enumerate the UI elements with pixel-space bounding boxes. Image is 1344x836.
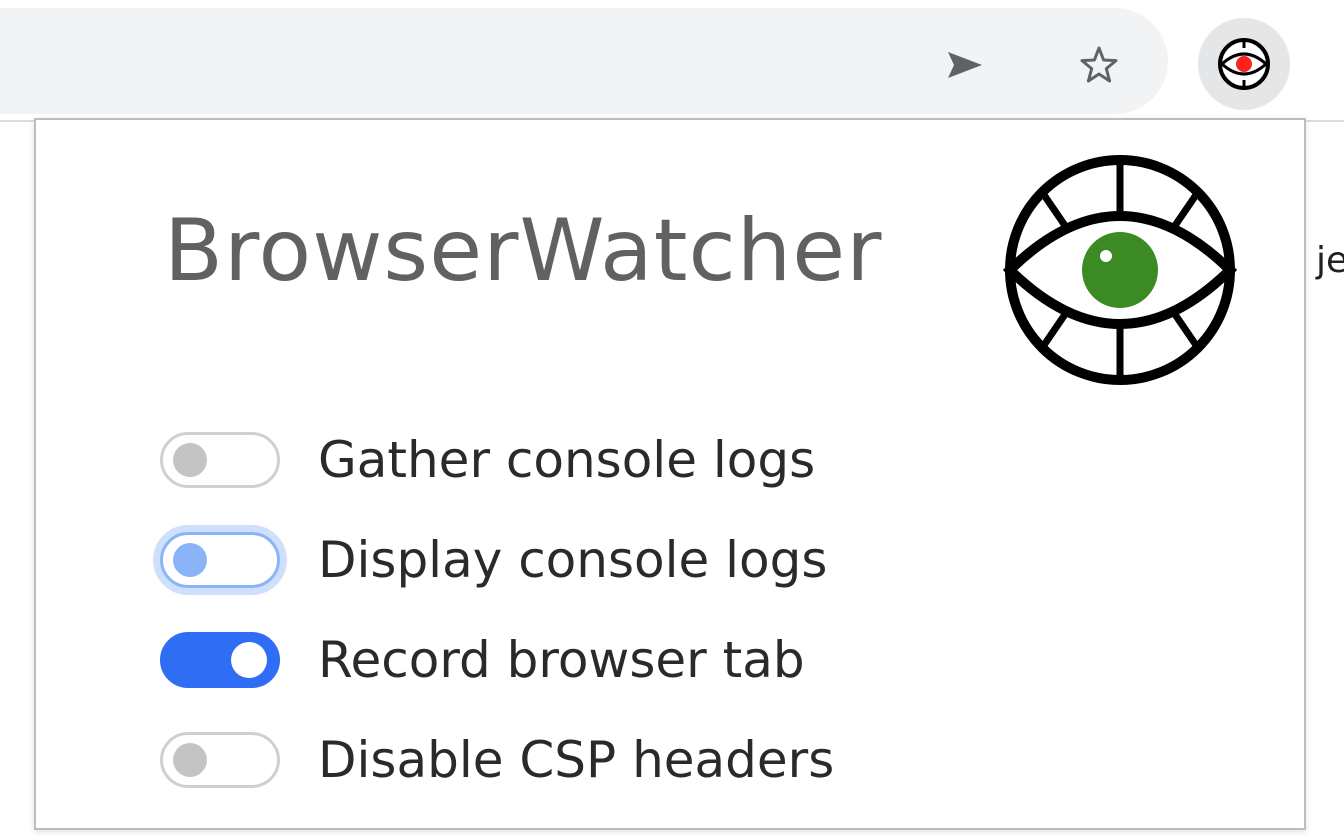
address-bar[interactable] bbox=[0, 8, 1168, 114]
option-label: Display console logs bbox=[318, 531, 828, 589]
display-console-logs-toggle[interactable] bbox=[160, 532, 280, 588]
extension-popup: BrowserWatcher Gather console logs Displ… bbox=[34, 118, 1306, 830]
toggle-knob bbox=[173, 543, 207, 577]
option-record-browser-tab: Record browser tab bbox=[160, 610, 834, 710]
options-list: Gather console logs Display console logs… bbox=[160, 410, 834, 810]
record-browser-tab-toggle[interactable] bbox=[160, 632, 280, 688]
page-background-text: je bbox=[1316, 240, 1344, 281]
browser-toolbar bbox=[0, 0, 1344, 120]
star-outline-icon[interactable] bbox=[1078, 44, 1120, 86]
browserwatcher-eye-icon bbox=[1218, 38, 1270, 90]
toggle-knob bbox=[173, 443, 207, 477]
eye-logo-icon bbox=[1002, 155, 1238, 385]
gather-console-logs-toggle[interactable] bbox=[160, 432, 280, 488]
disable-csp-headers-toggle[interactable] bbox=[160, 732, 280, 788]
option-label: Disable CSP headers bbox=[318, 731, 835, 789]
option-label: Gather console logs bbox=[318, 431, 816, 489]
option-gather-console-logs: Gather console logs bbox=[160, 410, 834, 510]
brand-title: BrowserWatcher bbox=[164, 201, 883, 301]
toggle-knob bbox=[231, 642, 267, 678]
option-display-console-logs: Display console logs bbox=[160, 510, 834, 610]
send-arrow-icon[interactable] bbox=[944, 44, 986, 86]
toggle-knob bbox=[173, 743, 207, 777]
option-label: Record browser tab bbox=[318, 631, 805, 689]
browserwatcher-extension-button[interactable] bbox=[1198, 18, 1290, 110]
option-disable-csp-headers: Disable CSP headers bbox=[160, 710, 834, 810]
